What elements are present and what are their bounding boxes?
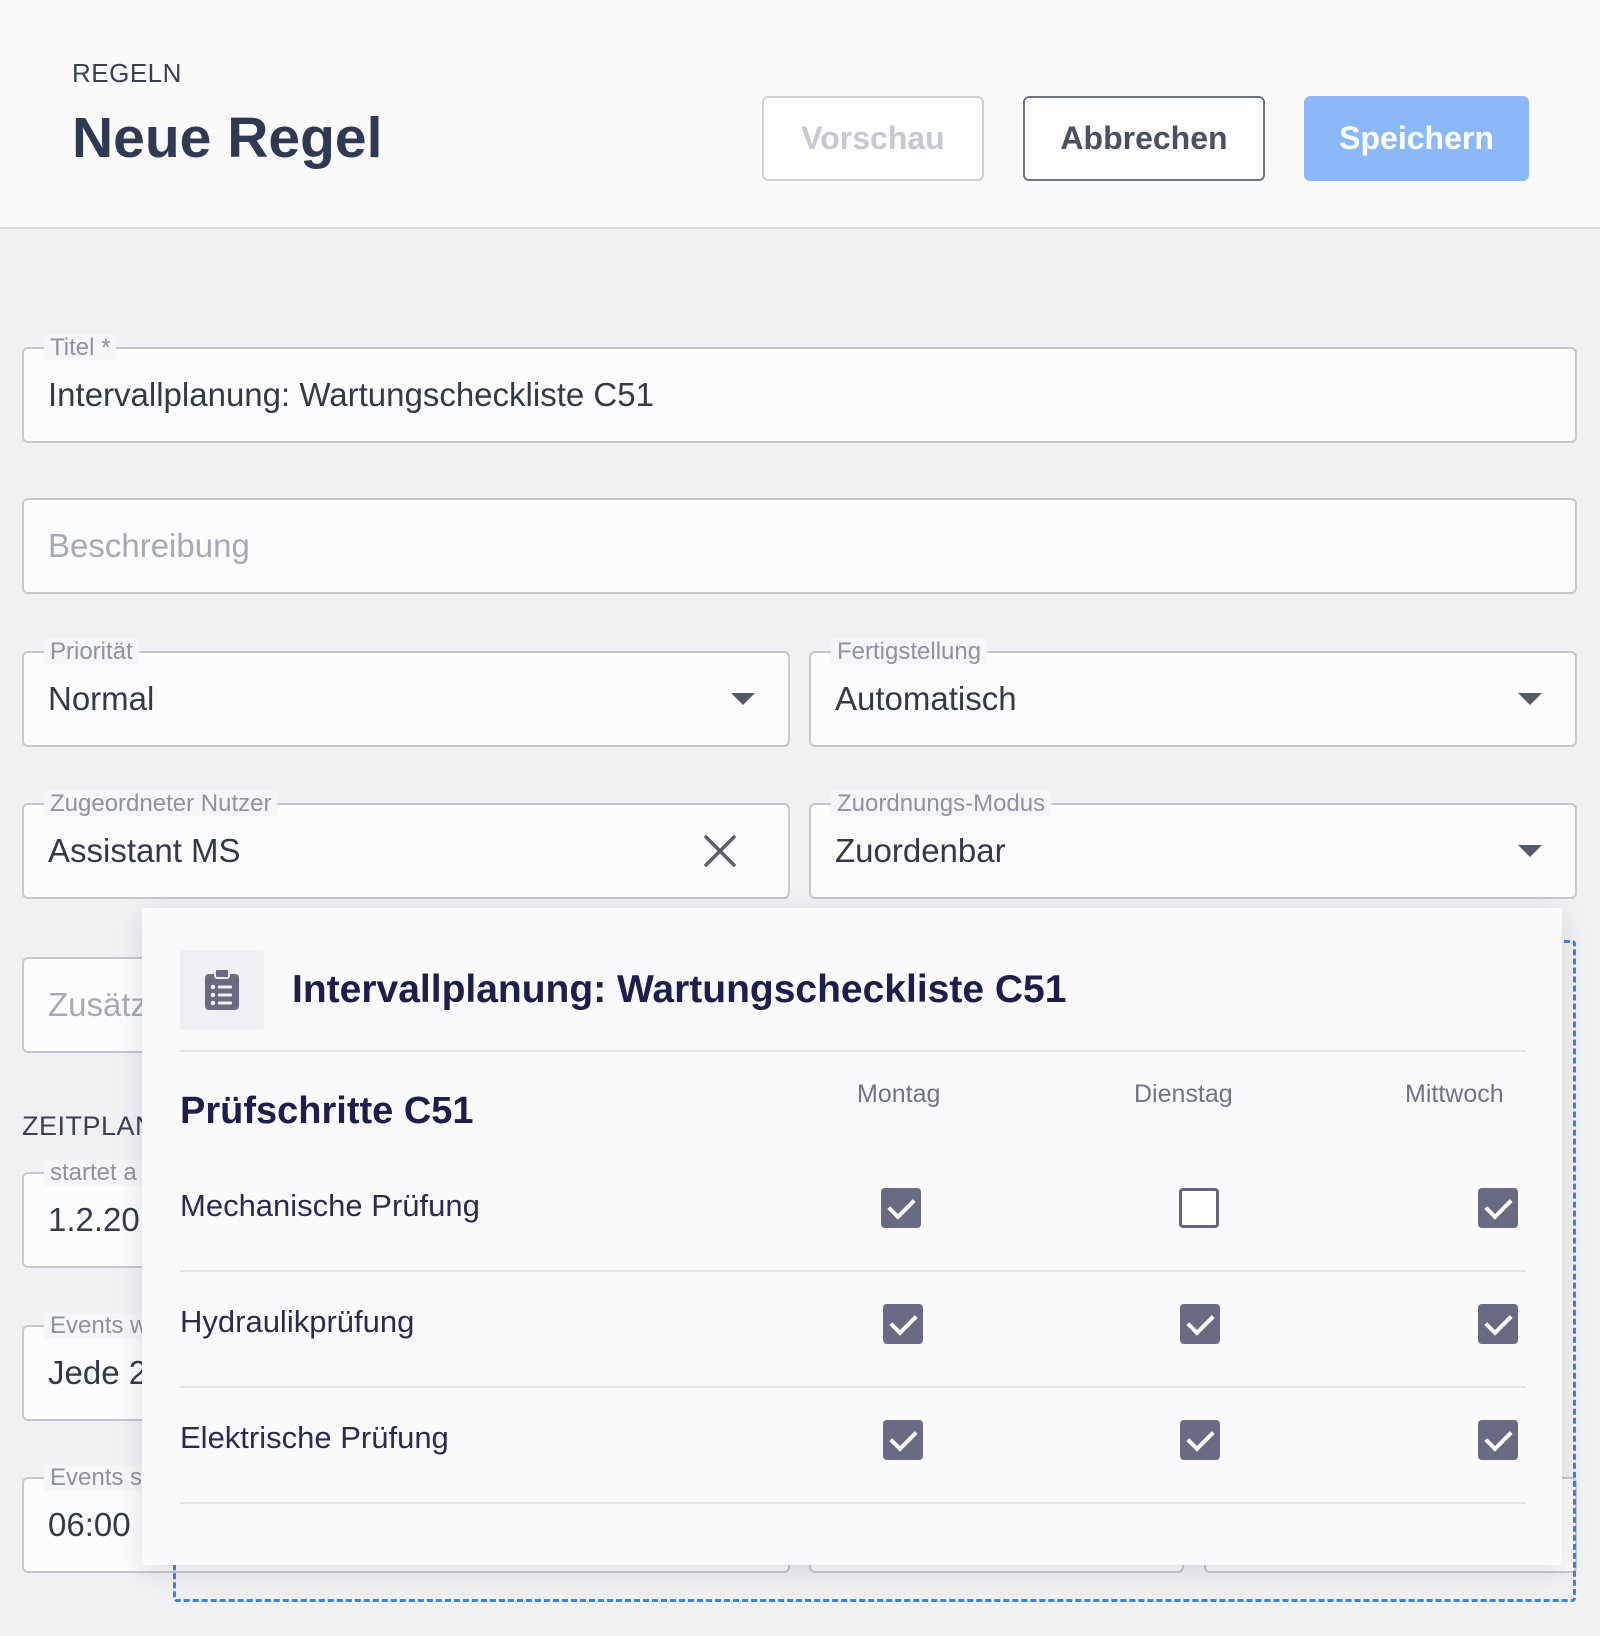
checkbox-hydraulic-wednesday[interactable]: [1478, 1304, 1518, 1344]
assignment-mode-value[interactable]: Zuordenbar: [835, 805, 1006, 897]
task-label: Mechanische Prüfung: [180, 1188, 480, 1223]
checkbox-electrical-tuesday[interactable]: [1180, 1420, 1220, 1460]
checklist-section-title: Prüfschritte C51: [180, 1090, 474, 1132]
checkbox-mechanical-tuesday[interactable]: [1179, 1188, 1219, 1228]
priority-value[interactable]: Normal: [48, 653, 154, 745]
checkbox-hydraulic-monday[interactable]: [883, 1304, 923, 1344]
divider: [180, 1050, 1526, 1052]
page-header: REGELN Neue Regel Vorschau Abbrechen Spe…: [0, 0, 1600, 229]
checkbox-hydraulic-tuesday[interactable]: [1180, 1304, 1220, 1344]
assignment-mode-select[interactable]: Zuordnungs-Modus Zuordenbar: [809, 791, 1577, 899]
preview-button[interactable]: Vorschau: [762, 96, 984, 181]
schedule-section-label: ZEITPLAN: [22, 1111, 156, 1141]
description-placeholder[interactable]: Beschreibung: [48, 500, 250, 592]
task-label: Hydraulikprüfung: [180, 1304, 415, 1339]
checklist-title: Intervallplanung: Wartungscheckliste C51: [292, 968, 1067, 1011]
events-start-value[interactable]: 06:00: [48, 1479, 131, 1571]
checklist-popup: Intervallplanung: Wartungscheckliste C51…: [142, 908, 1562, 1565]
day-header-wednesday: Mittwoch: [1405, 1080, 1504, 1108]
checkbox-mechanical-monday[interactable]: [881, 1188, 921, 1228]
chevron-down-icon[interactable]: [1518, 845, 1542, 857]
title-field-value[interactable]: Intervallplanung: Wartungscheckliste C51: [48, 349, 654, 441]
starts-at-value[interactable]: 1.2.20: [48, 1174, 140, 1266]
checkbox-mechanical-wednesday[interactable]: [1478, 1188, 1518, 1228]
description-field[interactable]: Beschreibung: [22, 498, 1577, 594]
checkbox-electrical-monday[interactable]: [883, 1420, 923, 1460]
breadcrumb[interactable]: REGELN: [72, 58, 182, 89]
task-label: Elektrische Prüfung: [180, 1420, 449, 1455]
divider: [180, 1502, 1526, 1504]
events-repeat-value[interactable]: Jede 2: [48, 1327, 147, 1419]
day-header-tuesday: Dienstag: [1134, 1080, 1233, 1108]
assigned-user-field[interactable]: Zugeordneter Nutzer Assistant MS: [22, 791, 790, 899]
divider: [180, 1386, 1526, 1388]
title-field[interactable]: Titel * Intervallplanung: Wartungscheckl…: [22, 335, 1577, 443]
day-header-monday: Montag: [857, 1080, 941, 1108]
divider: [180, 1270, 1526, 1272]
assigned-user-value[interactable]: Assistant MS: [48, 805, 241, 897]
close-icon[interactable]: [700, 831, 740, 871]
page-title: Neue Regel: [72, 106, 383, 170]
cancel-button[interactable]: Abbrechen: [1023, 96, 1265, 181]
completion-value[interactable]: Automatisch: [835, 653, 1017, 745]
checkbox-electrical-wednesday[interactable]: [1478, 1420, 1518, 1460]
completion-select[interactable]: Fertigstellung Automatisch: [809, 639, 1577, 747]
priority-select[interactable]: Priorität Normal: [22, 639, 790, 747]
clipboard-list-icon: [180, 950, 264, 1030]
save-button[interactable]: Speichern: [1304, 96, 1529, 181]
chevron-down-icon[interactable]: [731, 693, 755, 705]
additional-placeholder[interactable]: Zusätz: [48, 959, 147, 1051]
chevron-down-icon[interactable]: [1518, 693, 1542, 705]
